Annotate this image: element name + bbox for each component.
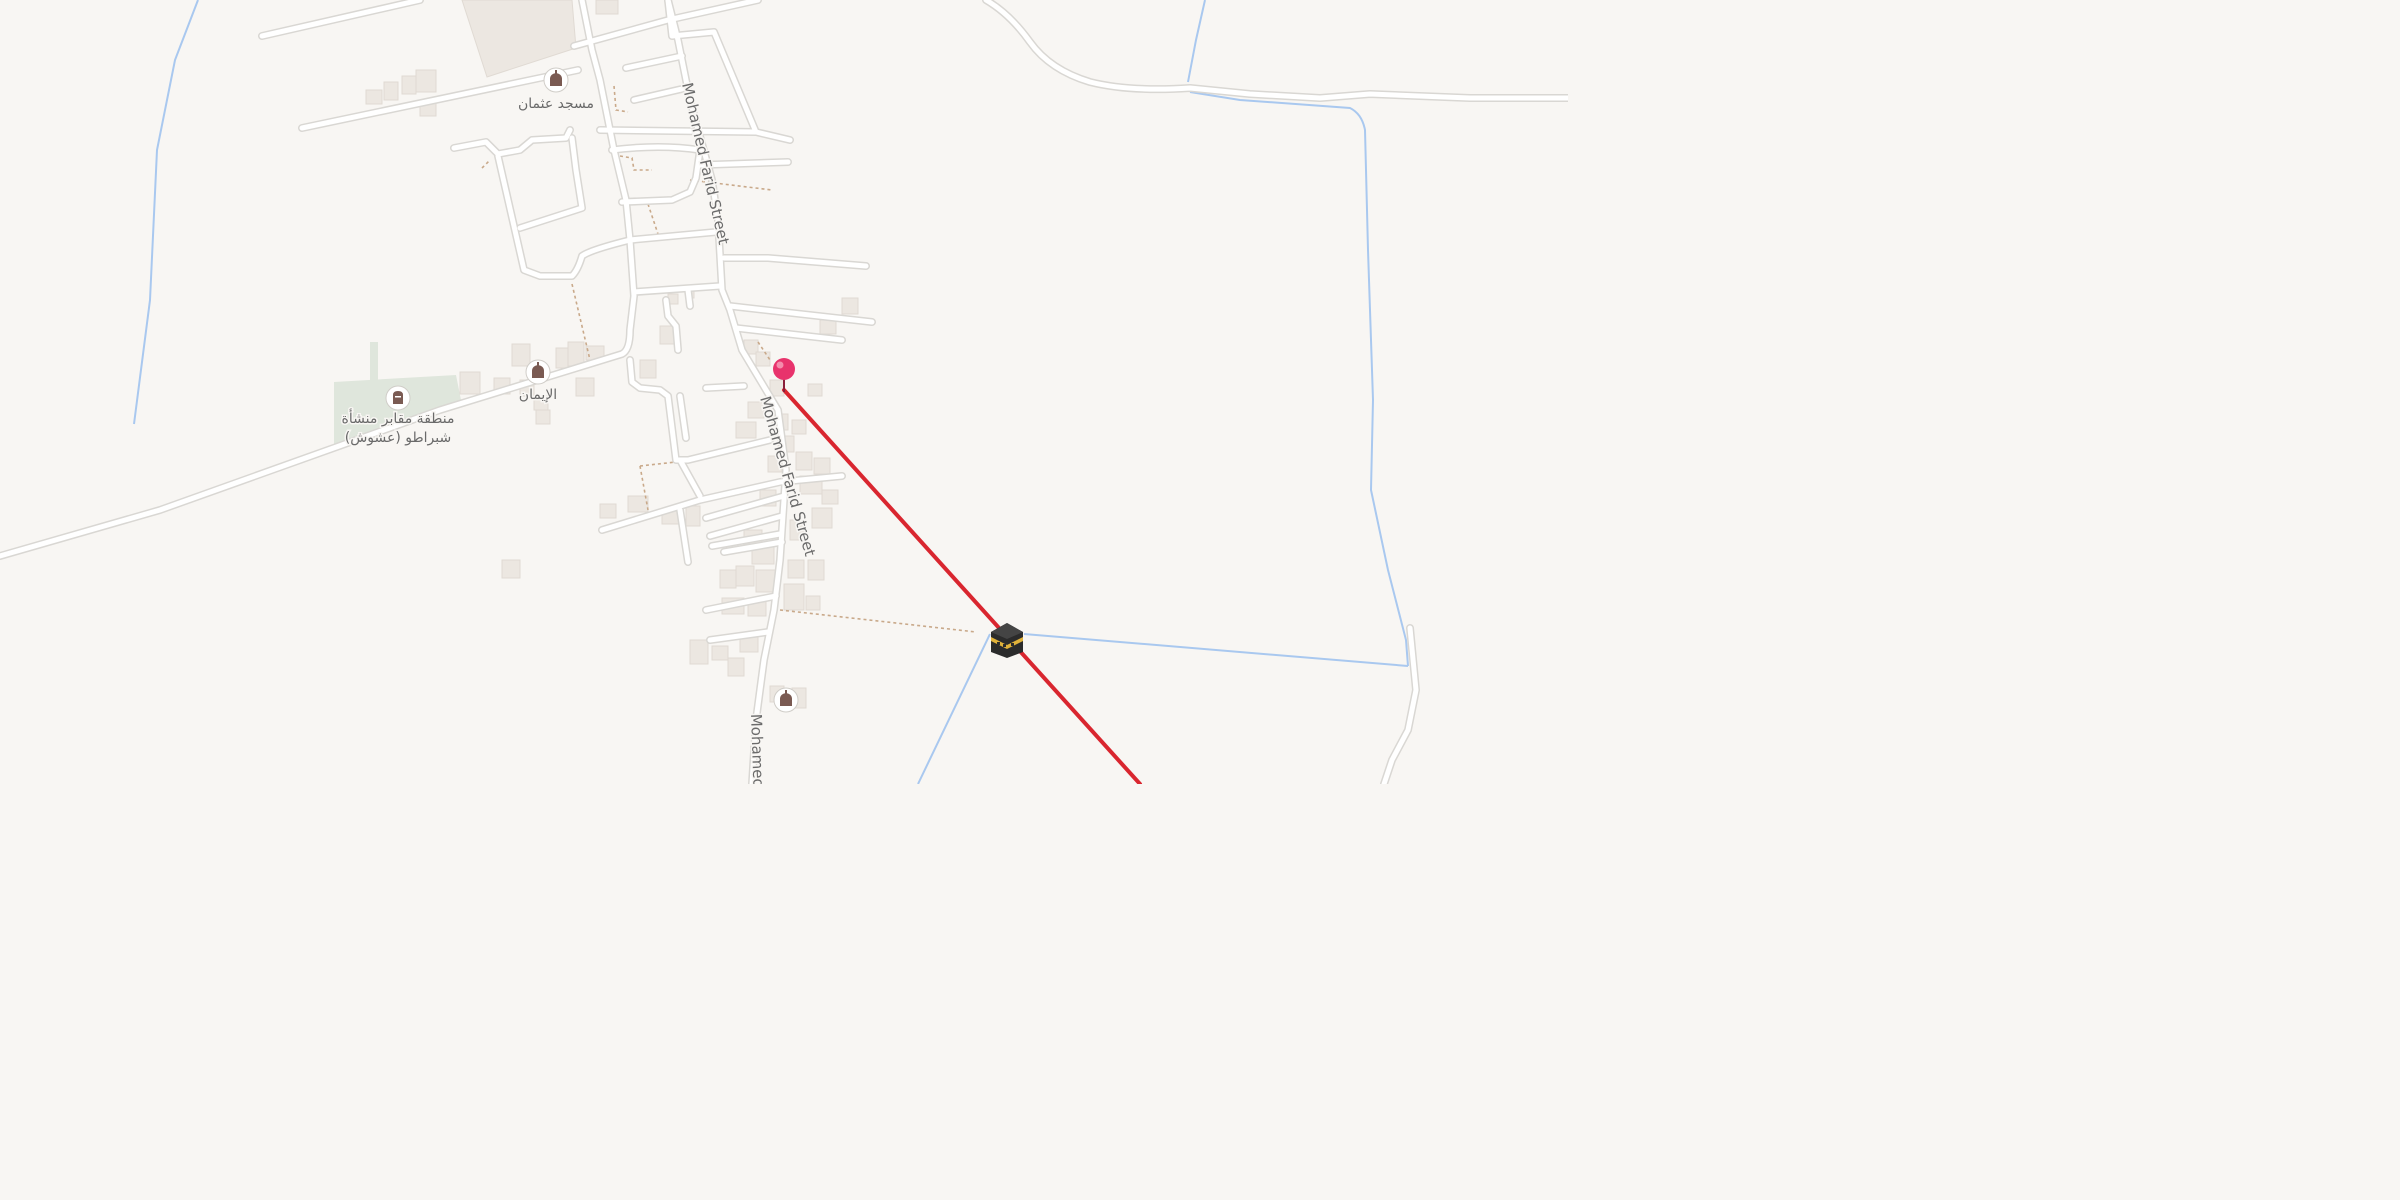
qibla-direction-line [782,388,1142,786]
mosque-icon [525,359,551,385]
map-canvas[interactable]: Mohamed Farid Street Mohamed Farid Stree… [0,0,1572,790]
map-svg[interactable]: Mohamed Farid Street Mohamed Farid Stree… [0,0,1572,790]
kaaba-icon[interactable] [991,623,1023,658]
building-large [461,0,577,78]
canal-south [1023,633,1409,667]
street-label-mohamed-3: Mohamed [747,714,768,784]
canal-north-east [1187,0,1206,83]
poi-label: مسجد عثمان [518,96,594,112]
cemetery-annex [370,342,378,384]
poi-label-line2: شبراطو (عشوش) [345,430,451,446]
canal-southwest [917,633,991,785]
poi-mosque-othman[interactable]: مسجد عثمان [516,67,596,114]
poi-mosque-south[interactable] [773,687,799,713]
mosque-icon [543,67,569,93]
poi-label-line1: منطقة مقابر منشأة [342,408,455,427]
cemetery-icon [385,385,411,411]
canal-west [133,0,199,425]
mosque-icon [773,687,799,713]
canal-east [1189,91,1409,667]
poi-label: الإيمان [519,387,557,403]
